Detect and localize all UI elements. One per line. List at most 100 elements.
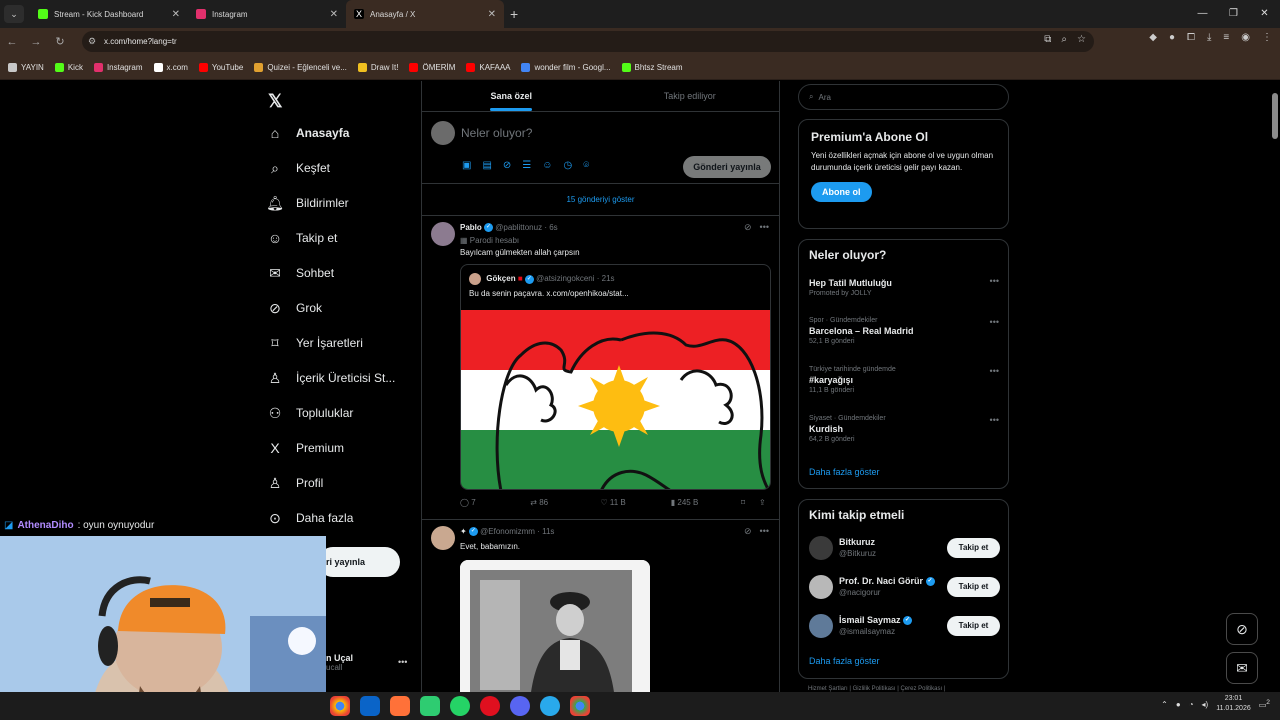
trend-item[interactable]: Hep Tatil Mutluluğu Promoted by JOLLY ••• [809, 276, 999, 297]
sidebar-item[interactable]: ⌑ Yer İşaretleri [266, 330, 363, 356]
avatar[interactable] [431, 526, 455, 550]
sidebar-item[interactable]: ⌕ Keşfet [266, 155, 330, 181]
puzzle-icon[interactable]: ⧠ [1187, 32, 1195, 43]
suggested-account[interactable]: İsmail Saymaz ✓ @ismailsaymaz Takip et [809, 614, 1000, 642]
clock[interactable]: 23:01 11.01.2026 [1216, 694, 1251, 714]
wifi-icon[interactable]: ◔ [1189, 700, 1194, 709]
repost-button[interactable]: ⇄ 86 [530, 498, 600, 507]
extension-icon[interactable]: ◆ [1149, 32, 1157, 43]
gif-icon[interactable]: ▤ [482, 160, 491, 171]
restore-button[interactable]: ❐ [1218, 0, 1249, 28]
mic-icon[interactable]: ● [1176, 700, 1181, 709]
grok-icon[interactable]: ⊘ [744, 526, 752, 537]
tab-following[interactable]: Takip ediliyor [601, 81, 780, 111]
close-window-button[interactable]: ✕ [1249, 0, 1280, 28]
opera-icon[interactable] [480, 696, 500, 716]
outlook-icon[interactable] [360, 696, 380, 716]
post[interactable]: Pablo ✓ @pablittonuz · 6s ⊘ ••• ▦ Parodi… [422, 216, 779, 520]
sidebar-item[interactable]: ⚇ Topluluklar [266, 400, 354, 426]
more-icon[interactable]: ••• [990, 366, 999, 376]
sidebar-item[interactable]: ⌂ Anasayfa [266, 120, 350, 146]
more-icon[interactable]: ••• [760, 222, 769, 233]
bookmark-item[interactable]: Instagram [93, 62, 143, 72]
account-name[interactable]: Bitkuruz [839, 537, 875, 547]
messages-button[interactable]: ✉ [1226, 652, 1258, 684]
scrollbar-thumb[interactable] [1272, 93, 1278, 139]
follow-button[interactable]: Takip et [947, 538, 1000, 558]
follow-button[interactable]: Takip et [947, 616, 1000, 636]
bookmark-item[interactable]: YouTube [198, 62, 243, 72]
post-image[interactable] [461, 310, 771, 490]
show-more-link[interactable]: Daha fazla göster [809, 467, 880, 477]
url-field[interactable]: ⚙ x.com/home?lang=tr ⧉ ⌕ ☆ [82, 31, 1094, 52]
avatar[interactable] [809, 536, 833, 560]
grok-icon[interactable]: ⊘ [744, 222, 752, 233]
location-icon[interactable]: ⌾ [583, 160, 589, 171]
sidebar-item[interactable]: ⊘ Grok [266, 295, 322, 321]
quote-time[interactable]: 21s [602, 274, 615, 283]
bookmark-item[interactable]: Kick [54, 62, 83, 72]
author-name[interactable]: Pablo [460, 223, 482, 232]
chrome-icon[interactable] [570, 696, 590, 716]
avatar[interactable] [809, 575, 833, 599]
grok-icon[interactable]: ⊘ [503, 160, 511, 171]
schedule-icon[interactable]: ◷ [563, 160, 572, 171]
author-handle[interactable]: @Efonomizmm [480, 527, 535, 536]
post-image[interactable] [460, 560, 650, 700]
bookmark-item[interactable]: x.com [153, 62, 188, 72]
trend-item[interactable]: Siyaset · Gündemdekiler Kurdish 64,2 B gön… [809, 415, 999, 443]
close-icon[interactable]: ✕ [330, 9, 338, 20]
browser-tab-x[interactable]: X Anasayfa / X ✕ [346, 0, 504, 28]
poll-icon[interactable]: ☰ [522, 160, 531, 171]
show-new-posts-button[interactable]: 15 gönderiyi göster [422, 184, 779, 216]
zoom-icon[interactable]: ⌕ [1061, 34, 1067, 45]
trend-item[interactable]: Spor · Gündemdekiler Barcelona – Real Mad… [809, 317, 999, 345]
emoji-icon[interactable]: ☺ [542, 160, 552, 171]
forward-button[interactable]: → [24, 36, 48, 48]
post-time[interactable]: 6s [549, 223, 557, 232]
back-button[interactable]: ← [0, 36, 24, 48]
bookmark-item[interactable]: Quizei - Eğlenceli ve... [254, 62, 347, 72]
post-time[interactable]: 11s [542, 527, 554, 536]
sidebar-item[interactable]: 🔔︎ Bildirimler [266, 190, 349, 216]
scrollbar[interactable] [1270, 81, 1280, 692]
sidebar-item[interactable]: ♙ Profil [266, 470, 324, 496]
sidebar-item[interactable]: ✉ Sohbet [266, 260, 334, 286]
author-handle[interactable]: @pablittonuz [495, 223, 542, 232]
post-button[interactable]: ri yayınla [318, 547, 400, 577]
avatar[interactable] [809, 614, 833, 638]
bookmark-button[interactable]: ⌑ [741, 498, 759, 507]
more-icon[interactable]: ••• [398, 657, 407, 667]
tab-search-button[interactable]: ⌄ [4, 5, 24, 23]
subscribe-button[interactable]: Abone ol [811, 182, 872, 202]
app-icon[interactable] [420, 696, 440, 716]
post[interactable]: ✦ ✓ @Efonomizmm · 11s ⊘ ••• Evet, babamı… [422, 520, 779, 700]
notification-icon[interactable]: ▭2 [1259, 699, 1270, 710]
whatsapp-icon[interactable] [450, 696, 470, 716]
minimize-button[interactable]: — [1187, 0, 1218, 28]
chrome-icon[interactable] [330, 696, 350, 716]
search-input[interactable]: ⌕ Ara [798, 84, 1009, 110]
show-more-link[interactable]: Daha fazla göster [809, 656, 880, 666]
grok-button[interactable]: ⊘ [1226, 613, 1258, 645]
avatar[interactable] [469, 273, 481, 285]
account-name[interactable]: Prof. Dr. Naci Görür ✓ [839, 576, 935, 587]
chevron-up-icon[interactable]: ⌃ [1161, 700, 1168, 709]
firefox-icon[interactable] [390, 696, 410, 716]
compose-input[interactable]: Neler oluyor? [461, 126, 532, 140]
bookmark-item[interactable]: Bhtsz Stream [621, 62, 683, 72]
suggested-account[interactable]: Bitkuruz @Bitkuruz Takip et [809, 536, 1000, 564]
account-switcher[interactable]: n Uçal ucall ••• [326, 653, 407, 672]
download-icon[interactable]: ⤓ [1207, 32, 1211, 43]
volume-icon[interactable]: ◂) [1202, 700, 1209, 709]
suggested-account[interactable]: Prof. Dr. Naci Görür ✓ @nacigorur Takip et [809, 575, 1000, 603]
avatar[interactable] [431, 121, 455, 145]
tab-for-you[interactable]: Sana özel [422, 81, 601, 111]
browser-tab-instagram[interactable]: Instagram ✕ [188, 0, 346, 28]
quote-author-name[interactable]: Gökçen [486, 274, 515, 283]
bookmark-item[interactable]: ÖMERİM [409, 62, 455, 72]
reply-button[interactable]: ◯ 7 [460, 498, 530, 507]
avatar[interactable] [431, 222, 455, 246]
extension-icon[interactable]: ● [1169, 32, 1175, 43]
x-logo-icon[interactable]: 𝕏 [268, 91, 283, 112]
